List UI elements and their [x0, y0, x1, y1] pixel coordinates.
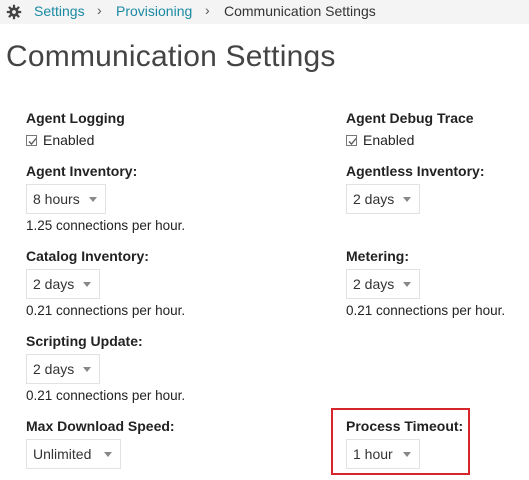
breadcrumb: Settings › Provisioning › Communication … — [0, 0, 529, 24]
caret-down-icon — [403, 197, 411, 202]
gear-icon[interactable] — [6, 4, 22, 20]
agentless-inventory-value: 2 days — [353, 191, 395, 207]
caret-down-icon — [83, 367, 91, 372]
metering-label: Metering: — [346, 248, 409, 264]
agentless-inventory-select[interactable]: 2 days — [346, 184, 420, 214]
agent-inventory-value: 8 hours — [33, 191, 80, 207]
catalog-inventory-value: 2 days — [33, 276, 75, 292]
checkmark-icon[interactable] — [26, 134, 37, 146]
agent-inventory-info: 1.25 connections per hour. — [26, 218, 186, 233]
agent-debug-trace-label: Agent Debug Trace — [346, 110, 474, 126]
caret-down-icon — [89, 197, 97, 202]
catalog-inventory-info: 0.21 connections per hour. — [26, 303, 186, 318]
page-title: Communication Settings — [6, 40, 336, 73]
agent-logging-checkbox[interactable]: Enabled — [26, 132, 94, 148]
process-timeout-select[interactable]: 1 hour — [346, 439, 420, 469]
catalog-inventory-select[interactable]: 2 days — [26, 269, 100, 299]
agent-debug-trace-checkbox[interactable]: Enabled — [346, 132, 414, 148]
agent-inventory-select[interactable]: 8 hours — [26, 184, 106, 214]
caret-down-icon — [83, 282, 91, 287]
breadcrumb-link-settings[interactable]: Settings — [34, 3, 85, 19]
metering-select[interactable]: 2 days — [346, 269, 420, 299]
caret-down-icon — [104, 452, 112, 457]
agent-inventory-label: Agent Inventory: — [26, 163, 138, 179]
max-download-speed-select[interactable]: Unlimited — [26, 439, 121, 469]
agentless-inventory-label: Agentless Inventory: — [346, 163, 485, 179]
agent-logging-label: Agent Logging — [26, 110, 125, 126]
metering-info: 0.21 connections per hour. — [346, 303, 506, 318]
scripting-update-select[interactable]: 2 days — [26, 354, 100, 384]
breadcrumb-separator: › — [97, 2, 102, 18]
caret-down-icon — [403, 452, 411, 457]
breadcrumb-link-provisioning[interactable]: Provisioning — [116, 3, 192, 19]
max-download-speed-value: Unlimited — [33, 446, 92, 462]
agent-logging-checkbox-label: Enabled — [43, 132, 95, 148]
breadcrumb-separator: › — [205, 2, 210, 18]
metering-value: 2 days — [353, 276, 395, 292]
process-timeout-value: 1 hour — [353, 446, 393, 462]
caret-down-icon — [403, 282, 411, 287]
agent-debug-trace-checkbox-label: Enabled — [363, 132, 415, 148]
scripting-update-label: Scripting Update: — [26, 333, 143, 349]
catalog-inventory-label: Catalog Inventory: — [26, 248, 149, 264]
scripting-update-value: 2 days — [33, 361, 75, 377]
checkmark-icon[interactable] — [346, 134, 357, 146]
scripting-update-info: 0.21 connections per hour. — [26, 388, 186, 403]
process-timeout-label: Process Timeout: — [346, 418, 464, 434]
breadcrumb-current: Communication Settings — [224, 3, 376, 19]
max-download-speed-label: Max Download Speed: — [26, 418, 175, 434]
